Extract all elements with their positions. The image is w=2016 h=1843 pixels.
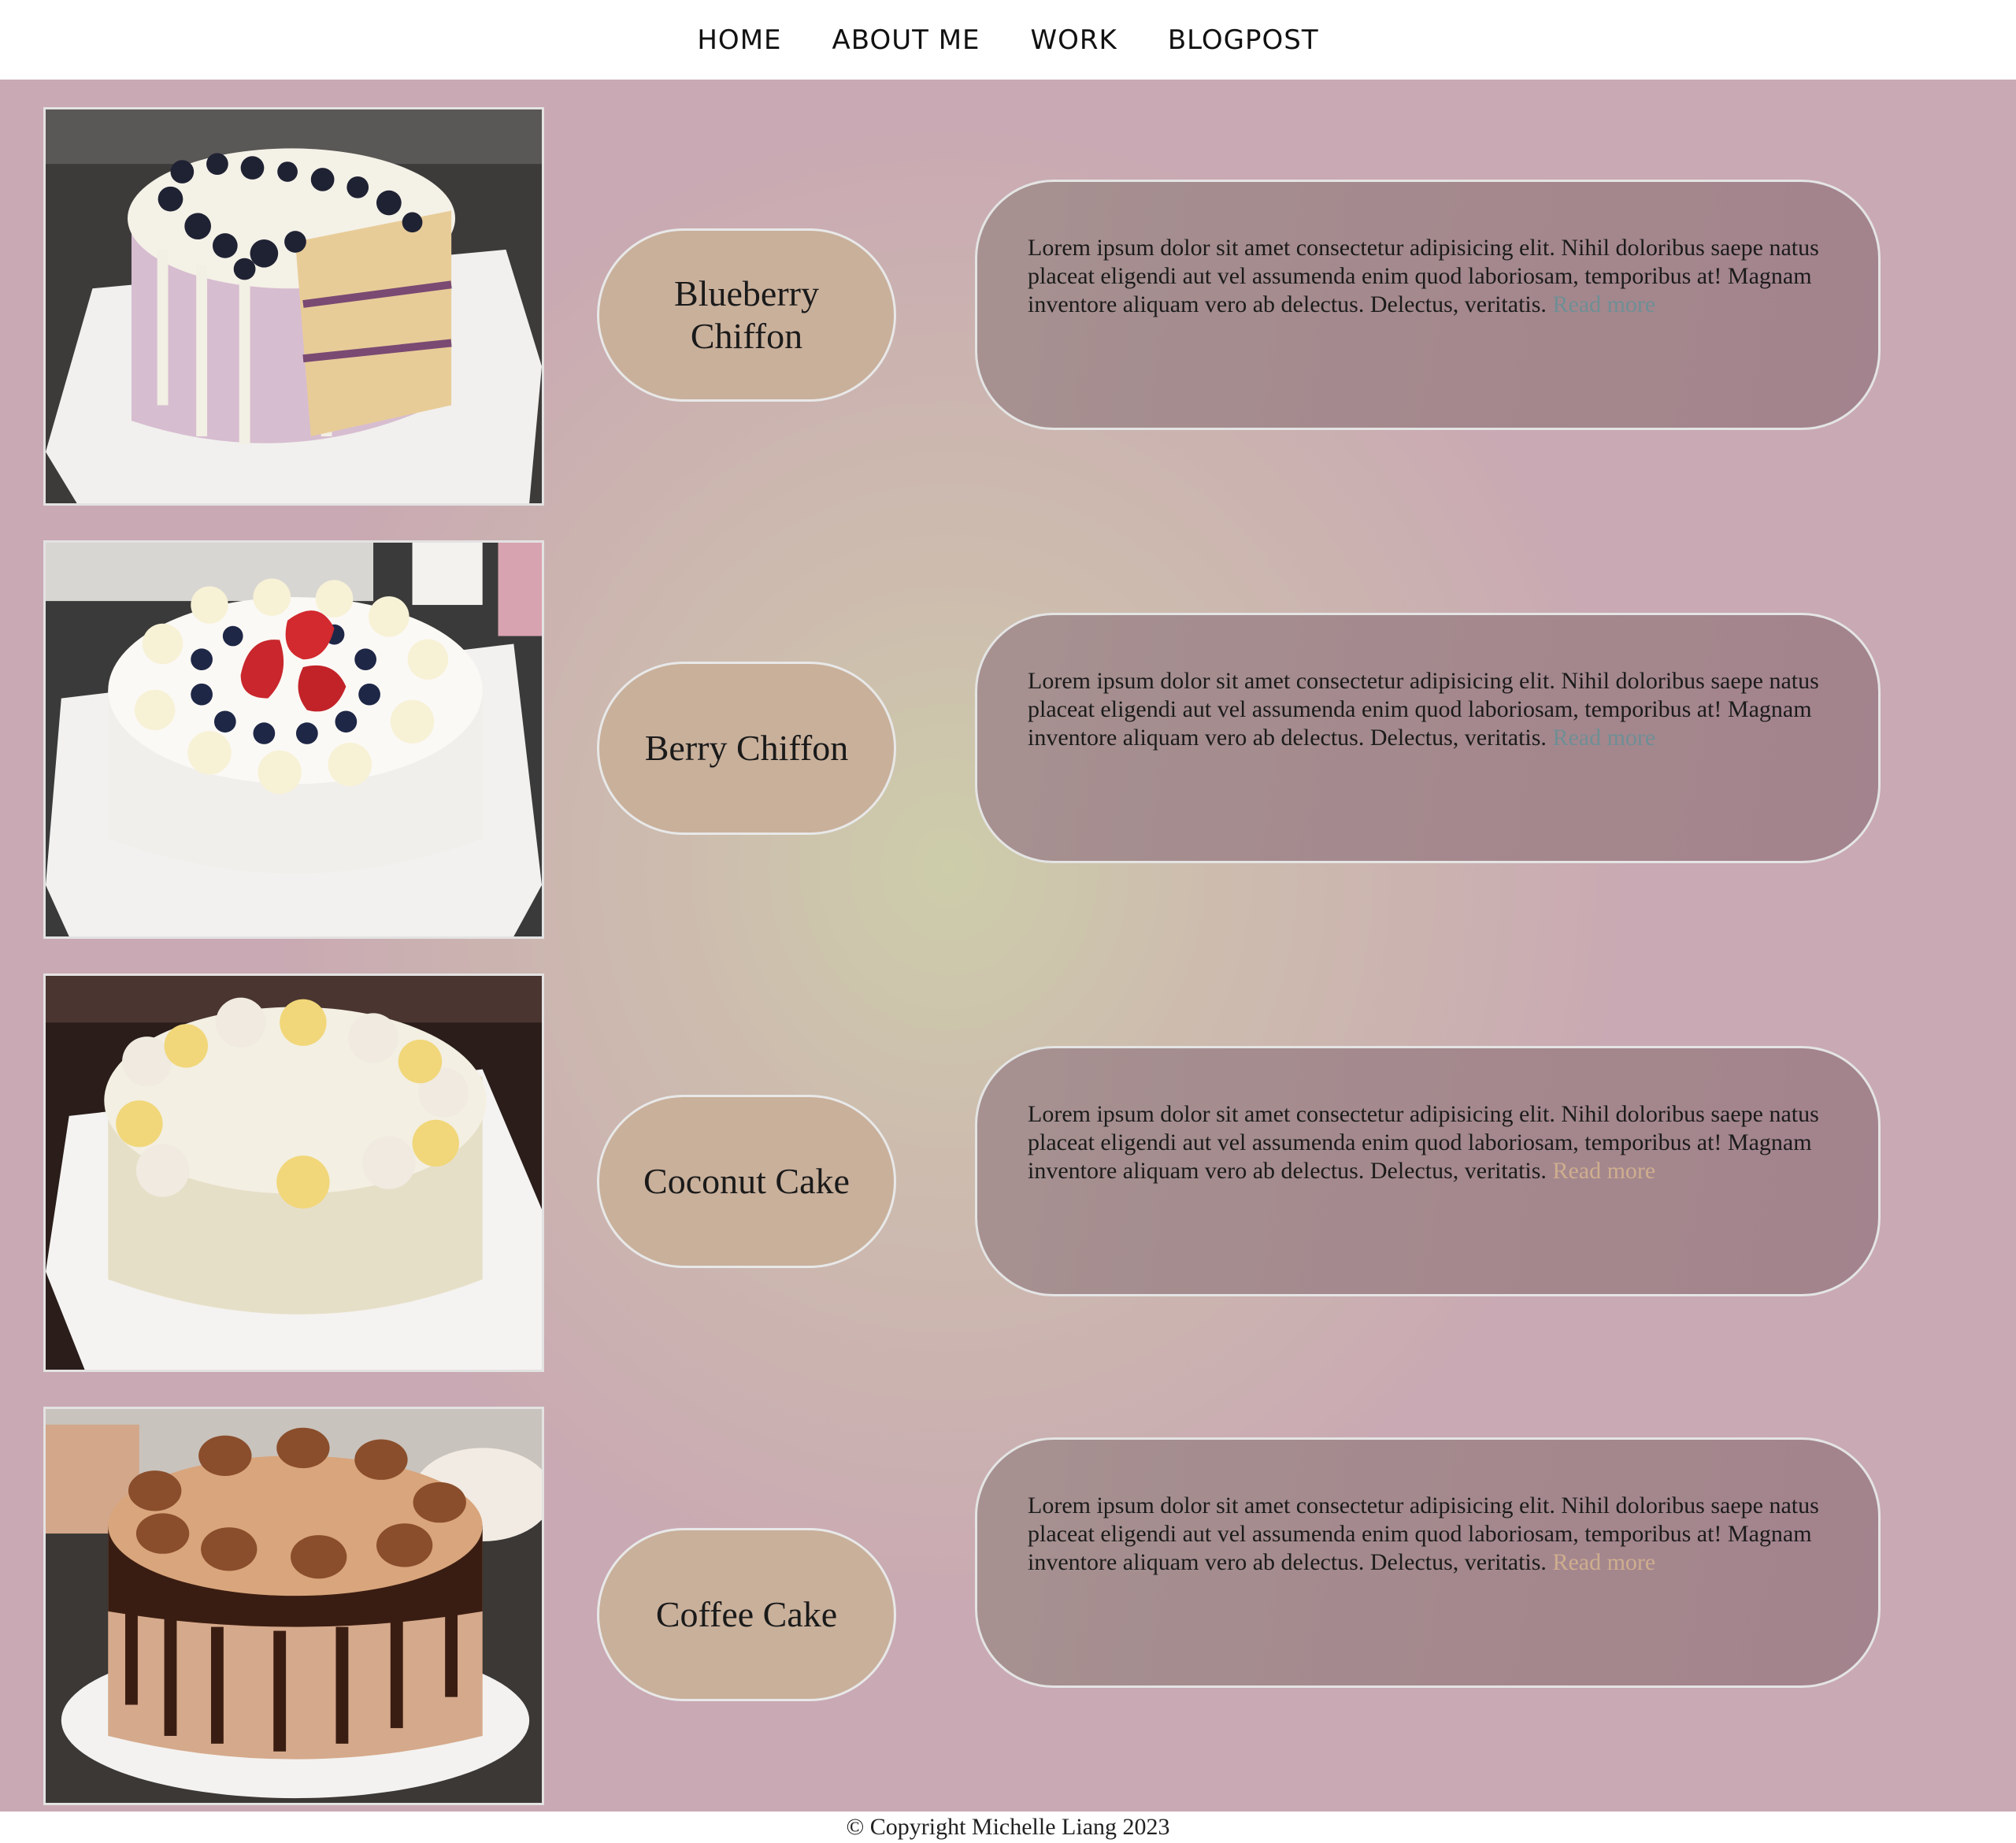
cake-description-card: Lorem ipsum dolor sit amet consectetur a…	[975, 180, 1881, 430]
cake-description: Lorem ipsum dolor sit amet consectetur a…	[1028, 1101, 1819, 1184]
cake-description-card: Lorem ipsum dolor sit amet consectetur a…	[975, 613, 1881, 863]
read-more-link[interactable]: Read more	[1552, 1158, 1655, 1184]
copyright-text: © Copyright Michelle Liang 2023	[846, 1814, 1170, 1840]
cake-row: Berry Chiffon Lorem ipsum dolor sit amet…	[0, 513, 2016, 939]
footer: © Copyright Michelle Liang 2023	[0, 1811, 2016, 1843]
cake-description: Lorem ipsum dolor sit amet consectetur a…	[1028, 1493, 1819, 1575]
nav-about-me-link[interactable]: ABOUT ME	[832, 21, 980, 59]
top-nav: HOME ABOUT ME WORK BLOGPOST	[0, 0, 2016, 80]
cake-description-card: Lorem ipsum dolor sit amet consectetur a…	[975, 1046, 1881, 1296]
coffee-cake-photo	[43, 1407, 544, 1805]
nav-blogpost-link[interactable]: BLOGPOST	[1168, 21, 1319, 59]
cake-description: Lorem ipsum dolor sit amet consectetur a…	[1028, 668, 1819, 751]
cake-description-card: Lorem ipsum dolor sit amet consectetur a…	[975, 1437, 1881, 1688]
nav-home-link[interactable]: HOME	[697, 21, 781, 59]
read-more-link[interactable]: Read more	[1552, 725, 1655, 751]
read-more-link[interactable]: Read more	[1552, 1549, 1655, 1575]
berry-chiffon-photo	[43, 540, 544, 939]
coconut-cake-photo	[43, 973, 544, 1372]
cake-title: Berry Chiffon	[597, 662, 896, 835]
cake-description: Lorem ipsum dolor sit amet consectetur a…	[1028, 235, 1819, 317]
nav-work-link[interactable]: WORK	[1031, 21, 1117, 59]
cake-row: Coffee Cake Lorem ipsum dolor sit amet c…	[0, 1379, 2016, 1805]
cake-title: Coconut Cake	[597, 1095, 896, 1268]
cake-gallery: Blueberry Chiffon Lorem ipsum dolor sit …	[0, 80, 2016, 1811]
blueberry-chiffon-photo	[43, 107, 544, 506]
cake-row: Coconut Cake Lorem ipsum dolor sit amet …	[0, 946, 2016, 1372]
cake-title: Blueberry Chiffon	[597, 228, 896, 402]
cake-title: Coffee Cake	[597, 1528, 896, 1701]
cake-row: Blueberry Chiffon Lorem ipsum dolor sit …	[0, 80, 2016, 506]
read-more-link[interactable]: Read more	[1552, 291, 1655, 317]
